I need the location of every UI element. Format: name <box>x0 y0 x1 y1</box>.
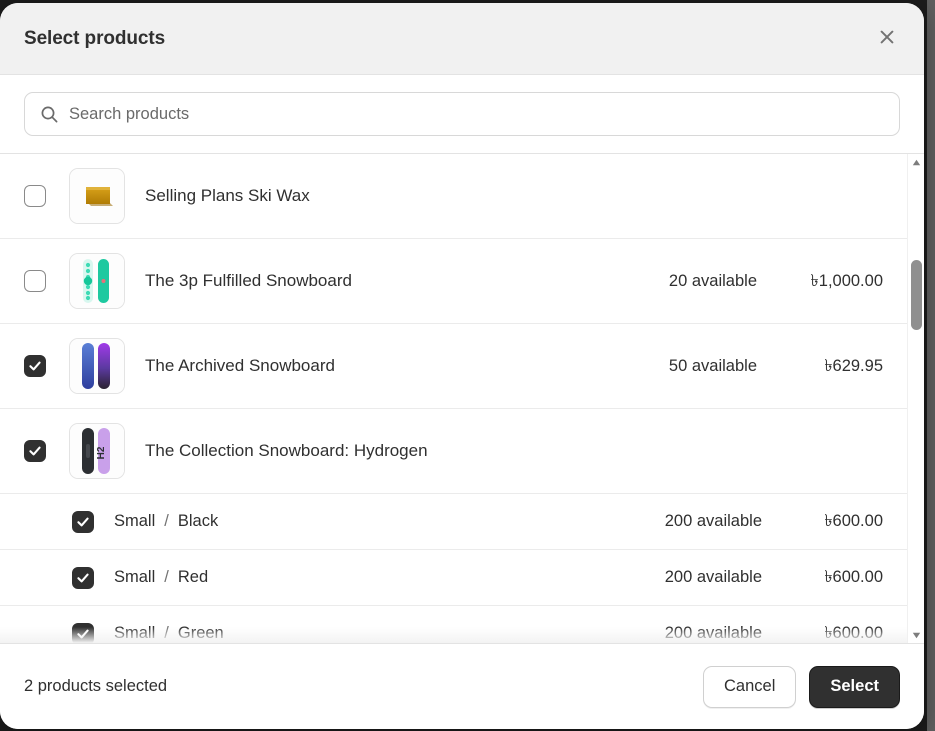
variant-checkbox[interactable] <box>72 622 94 643</box>
cancel-button[interactable]: Cancel <box>703 665 797 708</box>
variant-separator: / <box>164 568 169 586</box>
variant-row[interactable]: Small / Black 200 available ৳600.00 <box>0 494 907 550</box>
availability-text: 20 available <box>668 271 757 290</box>
blue-purple-snowboard-thumbnail <box>69 338 125 394</box>
variant-title: Small / Black <box>114 512 532 531</box>
product-row[interactable]: H2 The Collection Snowboard: Hydrogen <box>0 409 907 494</box>
list-scrollbar[interactable] <box>907 154 924 643</box>
scrollbar-thumb[interactable] <box>910 260 922 330</box>
product-list: Selling Plans Ski Wax The 3p Fulfilled S… <box>0 154 907 643</box>
variant-title: Small / Green <box>114 624 532 643</box>
availability-text: 200 available <box>664 624 762 642</box>
variant-checkbox[interactable] <box>72 566 94 589</box>
page-title: Select products <box>24 27 166 49</box>
hydrogen-snowboard-thumbnail: H2 <box>69 423 125 479</box>
price-text: ৳600.00 <box>824 568 883 586</box>
product-title: Selling Plans Ski Wax <box>145 186 310 205</box>
scroll-up-arrow-icon[interactable] <box>908 154 925 170</box>
variant-row[interactable]: Small / Green 200 available ৳600.00 <box>0 606 907 643</box>
product-row[interactable]: The 3p Fulfilled Snowboard 20 available ৳1… <box>0 239 907 324</box>
variant-size: Small <box>114 512 156 530</box>
variant-color: Green <box>177 624 224 642</box>
select-button[interactable]: Select <box>809 665 900 708</box>
selection-status: 2 products selected <box>24 677 168 695</box>
svg-text:H2: H2 <box>96 446 107 459</box>
search-box[interactable] <box>24 92 900 136</box>
close-icon <box>878 28 896 49</box>
modal-header: Select products <box>0 3 924 75</box>
availability-text: 200 available <box>664 512 762 530</box>
price-text: ৳600.00 <box>824 624 883 642</box>
product-row[interactable]: Selling Plans Ski Wax <box>0 154 907 239</box>
variant-title: Small / Red <box>114 568 532 587</box>
price-text: ৳629.95 <box>824 356 883 375</box>
scrollbar-track[interactable] <box>908 170 925 627</box>
product-title: The 3p Fulfilled Snowboard <box>145 271 352 290</box>
variant-checkbox[interactable] <box>72 510 94 533</box>
product-list-region: Selling Plans Ski Wax The 3p Fulfilled S… <box>0 154 924 643</box>
price-text: ৳600.00 <box>824 512 883 530</box>
variant-color: Black <box>177 512 219 530</box>
availability-text: 200 available <box>664 568 762 586</box>
product-checkbox[interactable] <box>24 185 46 207</box>
product-title: The Collection Snowboard: Hydrogen <box>145 441 428 460</box>
scroll-down-arrow-icon[interactable] <box>908 627 925 643</box>
screen: Select products Search products Selling … <box>0 0 935 731</box>
page-scrollbar[interactable] <box>927 0 935 731</box>
product-title: The Archived Snowboard <box>145 356 335 375</box>
variant-separator: / <box>164 512 169 530</box>
search-icon <box>40 105 59 124</box>
ski-wax-thumbnail <box>69 168 125 224</box>
variant-separator: / <box>164 624 169 642</box>
product-checkbox[interactable] <box>24 270 46 292</box>
teal-snowboard-thumbnail <box>69 253 125 309</box>
variant-size: Small <box>114 624 156 642</box>
product-row[interactable]: The Archived Snowboard 50 available ৳629.9… <box>0 324 907 409</box>
variant-row[interactable]: Small / Red 200 available ৳600.00 <box>0 550 907 606</box>
variant-size: Small <box>114 568 156 586</box>
search-area <box>0 75 924 154</box>
close-button[interactable] <box>870 22 904 56</box>
product-checkbox[interactable] <box>24 355 46 377</box>
variant-color: Red <box>177 568 209 586</box>
search-input[interactable] <box>69 104 887 124</box>
modal-footer: 2 products selected Cancel Select <box>0 643 924 729</box>
product-checkbox[interactable] <box>24 440 46 462</box>
select-products-modal: Select products Search products Selling … <box>0 3 924 729</box>
price-text: ৳1,000.00 <box>810 271 883 290</box>
availability-text: 50 available <box>668 356 757 375</box>
